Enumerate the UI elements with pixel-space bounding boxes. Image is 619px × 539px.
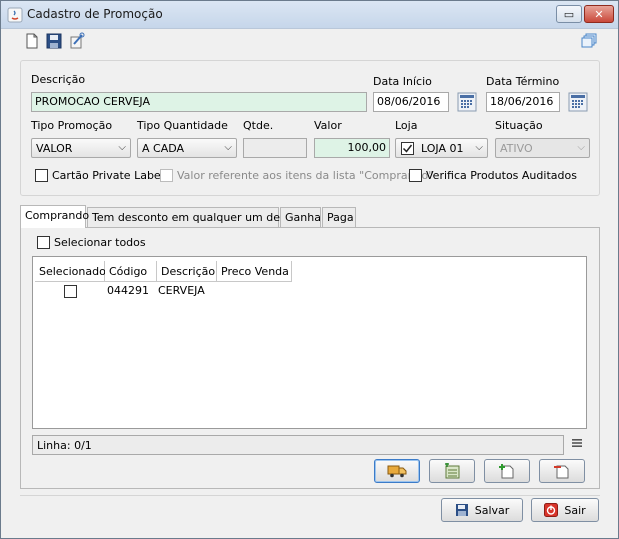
qtde-input[interactable] [243, 138, 307, 158]
footer-separator [20, 495, 600, 496]
minimize-icon: ▭ [563, 7, 575, 21]
valor-label: Valor [314, 119, 342, 132]
selecionar-todos-label: Selecionar todos [54, 236, 146, 249]
column-header-selecionado[interactable]: Selecionado [35, 261, 106, 282]
sair-label: Sair [564, 503, 586, 517]
valor-referente-text: Valor referente aos itens da lista "Comp… [177, 169, 434, 182]
valor-referente-checkbox[interactable] [160, 169, 173, 182]
salvar-label: Salvar [474, 503, 510, 517]
column-header-descricao[interactable]: Descrição [157, 261, 217, 282]
windows-cascade-icon[interactable] [580, 32, 598, 50]
add-list-button[interactable] [429, 459, 475, 483]
tipo-quantidade-select[interactable]: A CADA ⌵ [137, 138, 237, 158]
verifica-produtos-checkbox[interactable] [409, 169, 422, 182]
selecionar-todos-checkbox[interactable] [37, 236, 50, 249]
column-header-codigo[interactable]: Código [105, 261, 157, 282]
sair-button[interactable]: Sair [531, 498, 599, 522]
loja-checkbox[interactable] [401, 142, 414, 155]
situacao-select[interactable]: ATIVO ⌵ [495, 138, 590, 158]
row-descricao: CERVEJA [158, 284, 205, 297]
save-floppy-icon[interactable] [45, 32, 63, 50]
situacao-label: Situação [495, 119, 543, 132]
calendar-icon[interactable] [568, 92, 588, 112]
table-row[interactable]: 044291 CERVEJA [35, 282, 292, 299]
chevron-down-icon: ⌵ [224, 142, 232, 153]
data-inicio-input[interactable]: 08/06/2016 [373, 92, 449, 112]
title-bar[interactable]: Cadastro de Promoção ▭ ✕ [1, 1, 618, 29]
row-codigo: 044291 [107, 284, 149, 297]
row-select-checkbox[interactable] [64, 285, 77, 298]
close-icon: ✕ [594, 7, 604, 21]
data-termino-input[interactable]: 18/06/2016 [486, 92, 560, 112]
tipo-promocao-select[interactable]: VALOR ⌵ [31, 138, 131, 158]
items-table[interactable]: Selecionado Código Descrição Preco Venda… [32, 256, 587, 429]
truck-button[interactable] [374, 459, 420, 483]
java-app-icon [7, 7, 23, 23]
descricao-input[interactable]: PROMOCAO CERVEJA [31, 92, 367, 112]
tipo-quantidade-label: Tipo Quantidade [137, 119, 228, 132]
salvar-button[interactable]: Salvar [441, 498, 523, 522]
tools-icon[interactable] [68, 32, 86, 50]
tab-ganha[interactable]: Ganha [280, 207, 321, 227]
verifica-produtos-text: Verifica Produtos Auditados [426, 169, 577, 182]
data-termino-label: Data Término [486, 75, 560, 88]
minimize-button[interactable]: ▭ [556, 5, 582, 23]
cartao-private-label-checkbox[interactable] [35, 169, 48, 182]
cartao-private-label-text: Cartão Private Label [52, 169, 164, 182]
tipo-promocao-label: Tipo Promoção [31, 119, 113, 132]
tab-tem-desconto[interactable]: Tem desconto em qualquer um desses [87, 207, 304, 227]
data-inicio-label: Data Início [373, 75, 432, 88]
tipo-quantidade-value: A CADA [142, 142, 185, 155]
loja-value: LOJA 01 [421, 142, 464, 155]
chevron-down-icon: ⌵ [118, 142, 126, 153]
power-off-icon [544, 503, 559, 517]
document-add-icon [499, 464, 514, 479]
calendar-icon[interactable] [457, 92, 477, 112]
column-header-preco-venda[interactable]: Preco Venda [217, 261, 292, 282]
menu-lines-icon[interactable] [571, 437, 583, 449]
check-icon [402, 144, 413, 153]
document-remove-icon [554, 465, 569, 479]
tipo-promocao-value: VALOR [36, 142, 73, 155]
chevron-down-icon: ⌵ [475, 142, 483, 153]
truck-icon [387, 465, 407, 478]
loja-select[interactable]: LOJA 01 ⌵ [395, 138, 488, 158]
close-button[interactable]: ✕ [584, 5, 614, 23]
status-bar: Linha: 0/1 [32, 435, 564, 455]
main-window: Cadastro de Promoção ▭ ✕ Descrição PROMO… [0, 0, 619, 539]
tab-paga[interactable]: Paga [322, 207, 356, 227]
window-title: Cadastro de Promoção [27, 7, 163, 21]
qtde-label: Qtde. [243, 119, 274, 132]
situacao-value: ATIVO [500, 142, 533, 155]
chevron-down-icon: ⌵ [577, 142, 585, 153]
add-item-button[interactable] [484, 459, 530, 483]
valor-input[interactable]: 100,00 [314, 138, 390, 158]
loja-label: Loja [395, 119, 418, 132]
remove-item-button[interactable] [539, 459, 585, 483]
list-add-icon [445, 463, 460, 479]
tab-comprando[interactable]: Comprando [20, 205, 89, 228]
new-document-icon[interactable] [23, 32, 41, 50]
descricao-label: Descrição [31, 73, 86, 86]
save-icon [455, 504, 468, 516]
